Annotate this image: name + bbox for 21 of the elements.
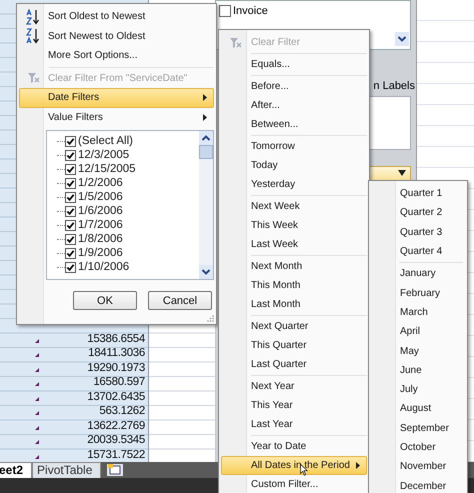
checkbox-label: (Select All) [78,135,133,147]
checkbox-label: 1/8/2006 [78,233,123,245]
area-label: n Labels [373,80,415,92]
checkbox-label: 1/10/2006 [78,261,130,273]
checkbox-label: 1/9/2006 [78,247,123,259]
table-cell: 15731.7522 [87,448,145,461]
table-cell: 563.1262 [99,405,145,418]
checkbox-label: 1/5/2006 [78,191,123,203]
table-cell: 13702.6435 [87,390,145,403]
checkbox-label: 1/6/2006 [78,205,123,217]
table-cell: 13622.2769 [87,420,145,432]
checkbox-label: 12/3/2005 [78,149,130,161]
table-cell: 18411.3036 [88,347,145,360]
field-label: Invoice [233,5,268,17]
table-cell: 20039.5345 [87,434,145,446]
table-cell: 15386.6554 [87,332,145,345]
checkbox-label: 1/2/2006 [78,177,123,189]
table-cell: 16580.597 [93,376,145,388]
checkbox-label: 12/15/2005 [78,163,136,175]
table-cell: 19290.1973 [87,362,145,374]
checkbox-label: 1/7/2006 [78,219,123,231]
